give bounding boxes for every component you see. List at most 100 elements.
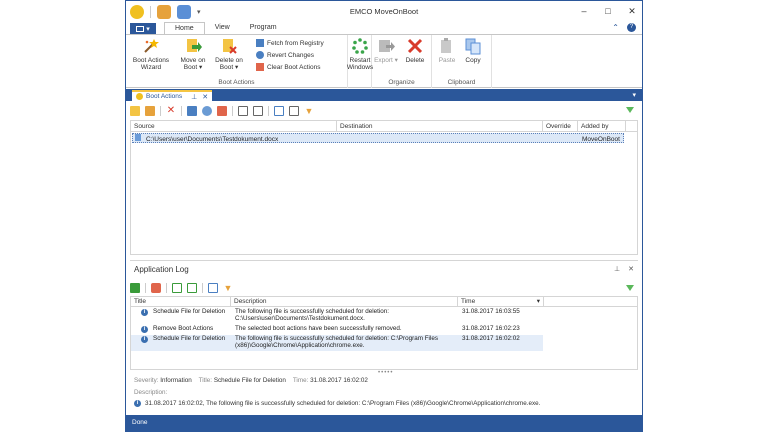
- clear-log-icon[interactable]: [151, 283, 161, 293]
- time-sort-icon: ▾: [536, 298, 540, 305]
- revert-tool-icon[interactable]: [202, 106, 212, 116]
- clear-boot-actions-label: Clear Boot Actions: [267, 63, 321, 71]
- clear-boot-actions-button[interactable]: Clear Boot Actions: [256, 63, 320, 71]
- copy-button[interactable]: Copy: [462, 37, 484, 64]
- title-bar: ▾ EMCO MoveOnBoot – □ ✕: [126, 1, 642, 23]
- export-icon: [377, 37, 395, 55]
- boot-actions-tab-label: Boot Actions: [146, 93, 183, 100]
- qat-customize-icon[interactable]: ▾: [197, 8, 201, 16]
- app-window: ▾ EMCO MoveOnBoot – □ ✕ ▾ Home View Prog…: [125, 0, 643, 432]
- help-button[interactable]: ?: [627, 23, 636, 32]
- delete-on-boot-button[interactable]: Delete on Boot ▾: [214, 37, 244, 71]
- clipboard-group-label: Clipboard: [447, 79, 476, 86]
- export-button[interactable]: Export ▾: [374, 37, 398, 64]
- info-icon: i: [134, 400, 141, 407]
- column-destination[interactable]: Destination: [337, 121, 543, 132]
- log-row[interactable]: i Remove Boot Actions The selected boot …: [131, 325, 543, 334]
- move-on-boot-button[interactable]: Move on Boot ▾: [178, 37, 208, 71]
- quick-access-toolbar: ▾: [126, 1, 201, 23]
- revert-changes-label: Revert Changes: [267, 51, 314, 59]
- clipboard-group: Paste Copy Clipboard: [432, 35, 492, 88]
- group-panel-icon[interactable]: [289, 106, 299, 116]
- paste-label: Paste: [438, 57, 456, 64]
- toolbar-separator: [268, 106, 269, 116]
- column-added-by[interactable]: Added by: [578, 121, 626, 132]
- column-description[interactable]: Description: [231, 297, 458, 307]
- window-title: EMCO MoveOnBoot: [349, 7, 419, 16]
- title-value: Schedule File for Deletion: [213, 377, 286, 384]
- pin-tab-icon[interactable]: ⊥: [191, 93, 197, 101]
- log-filter-icon[interactable]: ▼: [223, 283, 233, 293]
- log-row-time: 31.08.2017 16:02:23: [462, 325, 520, 332]
- expand-log-icon[interactable]: [172, 283, 182, 293]
- file-menu-arrow: ▾: [146, 26, 150, 33]
- time-value: 31.08.2017 16:02:02: [310, 377, 368, 384]
- column-source[interactable]: Source: [131, 121, 337, 132]
- close-button[interactable]: ✕: [626, 5, 638, 17]
- clear-tool-icon[interactable]: [217, 106, 227, 116]
- fetch-registry-tool-icon[interactable]: [187, 106, 197, 116]
- wizard-qat-icon[interactable]: [157, 5, 171, 19]
- revert-changes-button[interactable]: Revert Changes: [256, 51, 314, 59]
- minimize-button[interactable]: –: [578, 5, 590, 17]
- save-qat-icon[interactable]: [177, 5, 191, 19]
- delete-on-boot-icon: [220, 37, 238, 55]
- log-filter-indicator-icon[interactable]: [626, 285, 634, 291]
- delete-label: Delete: [405, 57, 425, 64]
- filter-indicator-icon[interactable]: [626, 107, 634, 113]
- copy-icon: [464, 37, 482, 55]
- log-splitter[interactable]: •••••: [378, 370, 394, 376]
- boot-actions-group: Boot Actions Wizard Move on Boot ▾ Delet…: [126, 35, 348, 88]
- log-row-time: 31.08.2017 16:03:55: [462, 308, 520, 315]
- application-log-panel: Application Log ⊥ ✕ ▼ Title Description …: [130, 260, 638, 410]
- close-log-icon[interactable]: ✕: [628, 265, 634, 273]
- log-row[interactable]: i Schedule File for Deletion The followi…: [131, 308, 543, 324]
- app-logo-icon[interactable]: [130, 5, 144, 19]
- paste-button[interactable]: Paste: [436, 37, 458, 64]
- boot-actions-toolbar: ✕ ▼: [130, 104, 314, 118]
- severity-label: Severity:: [134, 377, 159, 384]
- fetch-from-registry-button[interactable]: Fetch from Registry: [256, 39, 324, 47]
- log-row-time: 31.08.2017 16:02:02: [462, 335, 520, 342]
- table-row[interactable]: C:\Users\user\Documents\Testdokument.doc…: [132, 133, 624, 143]
- remove-tool-icon[interactable]: ✕: [166, 106, 176, 116]
- column-override[interactable]: Override: [543, 121, 578, 132]
- close-tab-icon[interactable]: ✕: [202, 93, 208, 101]
- log-columns-icon[interactable]: [208, 283, 218, 293]
- boot-actions-group-label: Boot Actions: [218, 79, 255, 86]
- column-time[interactable]: Time ▾: [458, 297, 544, 307]
- restart-group: Restart Windows: [347, 35, 373, 88]
- expand-all-icon[interactable]: [238, 106, 248, 116]
- log-panel-controls: ⊥ ✕: [614, 265, 634, 273]
- row-override: [544, 134, 579, 145]
- move-on-boot-tool-icon[interactable]: [130, 106, 140, 116]
- toolbar-separator: [181, 106, 182, 116]
- export-log-icon[interactable]: [130, 283, 140, 293]
- delete-on-boot-tool-icon[interactable]: [145, 106, 155, 116]
- collapse-all-icon[interactable]: [253, 106, 263, 116]
- toolbar-separator: [202, 283, 203, 293]
- filter-tool-icon[interactable]: ▼: [304, 106, 314, 116]
- log-row-title: Remove Boot Actions: [153, 325, 214, 332]
- column-time-label: Time: [461, 298, 476, 305]
- tab-list-dropdown-icon[interactable]: ▾: [632, 91, 636, 99]
- columns-chooser-icon[interactable]: [274, 106, 284, 116]
- file-menu-icon: [136, 26, 145, 32]
- info-icon: i: [141, 326, 148, 333]
- paste-icon: [438, 37, 456, 55]
- delete-button[interactable]: Delete: [402, 37, 428, 64]
- move-on-boot-label: Move on Boot ▾: [180, 57, 206, 71]
- window-controls: – □ ✕: [578, 5, 638, 17]
- collapse-ribbon-button[interactable]: ⌃: [612, 23, 619, 32]
- collapse-log-icon[interactable]: [187, 283, 197, 293]
- column-title[interactable]: Title: [131, 297, 231, 307]
- log-row-selected[interactable]: i Schedule File for Deletion The followi…: [131, 335, 543, 351]
- wizard-wand-icon: [142, 37, 160, 55]
- boot-actions-wizard-button[interactable]: Boot Actions Wizard: [132, 37, 170, 71]
- maximize-button[interactable]: □: [602, 5, 614, 17]
- tab-boot-actions[interactable]: Boot Actions ⊥ ✕: [132, 90, 213, 101]
- info-icon: i: [141, 336, 148, 343]
- pin-log-icon[interactable]: ⊥: [614, 265, 620, 273]
- ribbon-tabs: ▾ Home View Program ⌃ ?: [126, 21, 642, 35]
- log-details-summary: Severity: Information Title: Schedule Fi…: [134, 377, 368, 384]
